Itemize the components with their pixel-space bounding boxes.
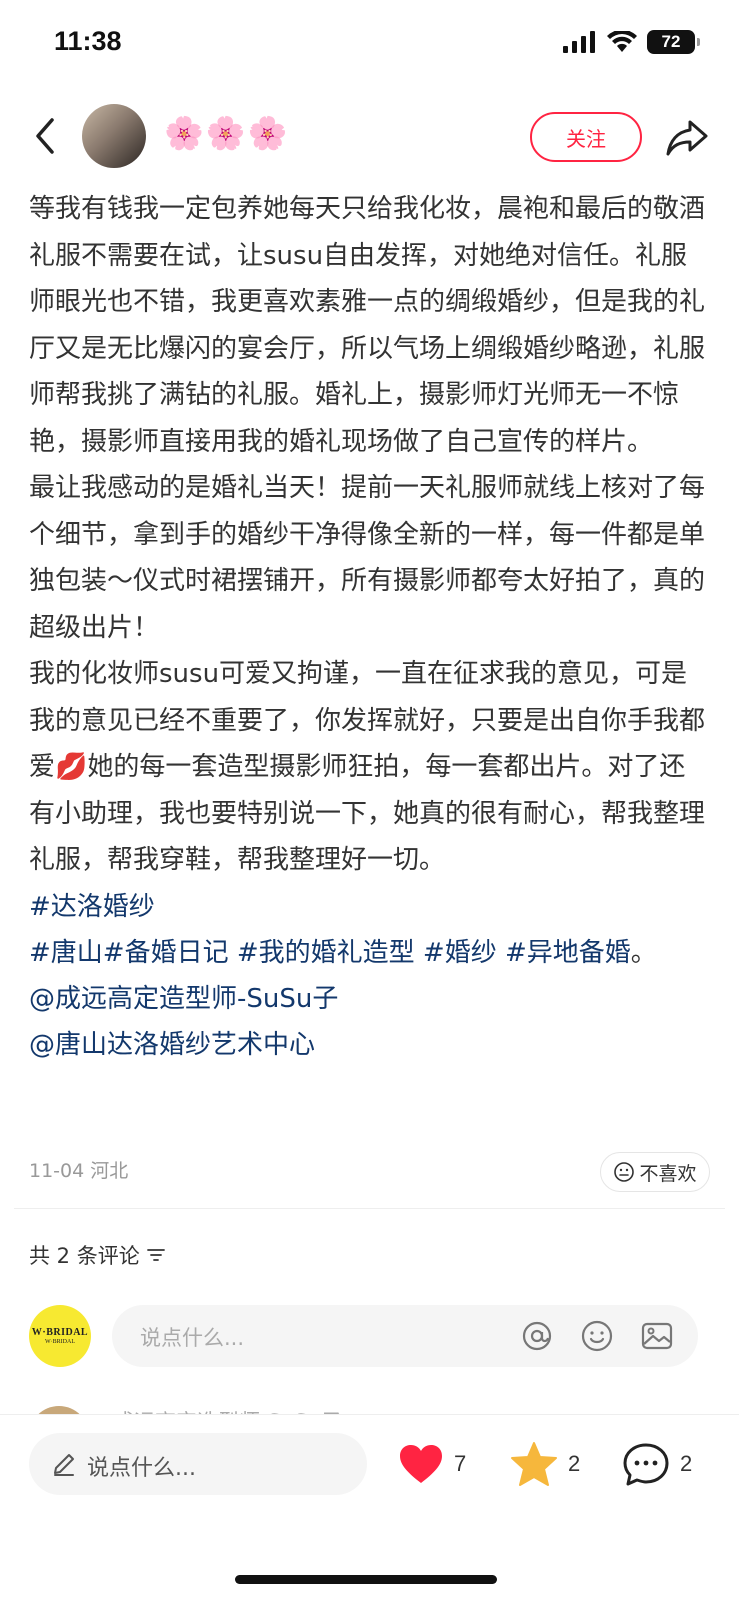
post-date-location: 11-04 河北 [29, 1160, 129, 1182]
share-button[interactable] [664, 114, 710, 160]
share-icon [666, 120, 708, 156]
dislike-button[interactable]: 不喜欢 [600, 1152, 710, 1192]
avatar-logo-text: W·BRIDAL [31, 1327, 89, 1338]
bottom-action-bar: 说点什么... 7 2 2 [0, 1414, 739, 1600]
battery-indicator: 72 [647, 30, 700, 54]
collect-button[interactable]: 2 [510, 1439, 580, 1489]
bottom-input-placeholder: 说点什么... [87, 1456, 196, 1481]
comment-bubble-icon [623, 1443, 669, 1486]
chevron-left-icon [36, 118, 54, 154]
author-name[interactable]: 🌸🌸🌸 [164, 114, 290, 152]
mention-link[interactable]: @成远高定造型师-SuSu子 [29, 976, 709, 1022]
divider [14, 1208, 725, 1209]
comment-input-placeholder: 说点什么... [140, 1326, 245, 1350]
comment-button[interactable]: 2 [622, 1439, 692, 1489]
image-icon[interactable] [640, 1319, 674, 1353]
sort-icon [146, 1249, 165, 1261]
collect-count: 2 [568, 1451, 581, 1476]
like-button[interactable]: 7 [398, 1439, 466, 1489]
mention-link[interactable]: @唐山达洛婚纱艺术中心 [29, 1022, 709, 1068]
post-body: 等我有钱我一定包养她每天只给我化妆，晨袍和最后的敬酒礼服不需要在试，让susu自… [29, 186, 709, 1068]
signal-icon [563, 31, 595, 53]
follow-button[interactable]: 关注 [530, 112, 642, 162]
wifi-icon [607, 31, 637, 52]
post-paragraph: 等我有钱我一定包养她每天只给我化妆，晨袍和最后的敬酒礼服不需要在试，让susu自… [29, 194, 706, 457]
status-bar: 11:38 72 [0, 0, 739, 90]
hashtag[interactable]: #达洛婚纱 [29, 892, 155, 922]
emoji-icon[interactable] [580, 1319, 614, 1353]
hashtag[interactable]: #备婚日记 [103, 938, 229, 968]
post-paragraph: 我的化妆师susu可爱又拘谨，一直在征求我的意见，可是我的意见已经不重要了，你发… [29, 659, 706, 875]
post-paragraph: 最让我感动的是婚礼当天！提前一天礼服师就线上核对了每个细节，拿到手的婚纱干净得像… [29, 473, 706, 643]
star-icon [511, 1442, 557, 1486]
back-button[interactable] [28, 114, 64, 158]
dislike-label: 不喜欢 [639, 1162, 697, 1185]
tag-line: #唐山#备婚日记 #我的婚礼造型 #婚纱 #异地备婚。 [29, 930, 709, 976]
author-avatar[interactable] [82, 104, 146, 168]
comment-input[interactable]: 说点什么... [112, 1305, 698, 1367]
comment-count: 2 [680, 1451, 693, 1476]
hashtag[interactable]: #我的婚礼造型 [237, 938, 415, 968]
heart-icon [400, 1445, 442, 1483]
like-count: 7 [454, 1451, 467, 1476]
hashtag[interactable]: #婚纱 [423, 938, 497, 968]
status-icons: 72 [563, 30, 700, 54]
bottom-comment-input[interactable]: 说点什么... [29, 1433, 367, 1495]
comment-count-text: 共 2 条评论 [29, 1244, 140, 1268]
neutral-face-icon [614, 1162, 635, 1182]
home-indicator [235, 1575, 497, 1584]
top-nav: 🌸🌸🌸 关注 [0, 100, 739, 172]
my-avatar: W·BRIDAL W·BRIDAL [29, 1305, 91, 1367]
avatar-logo-subtext: W·BRIDAL [45, 1339, 75, 1345]
hashtag[interactable]: #异地备婚 [505, 938, 631, 968]
status-time: 11:38 [54, 26, 122, 56]
hashtag[interactable]: #唐山 [29, 938, 103, 968]
pen-icon [54, 1454, 74, 1476]
tag-suffix: 。 [630, 937, 657, 968]
tag-line: #达洛婚纱 [29, 884, 709, 930]
comment-count-header[interactable]: 共 2 条评论 [29, 1240, 166, 1270]
at-icon[interactable] [520, 1319, 554, 1353]
